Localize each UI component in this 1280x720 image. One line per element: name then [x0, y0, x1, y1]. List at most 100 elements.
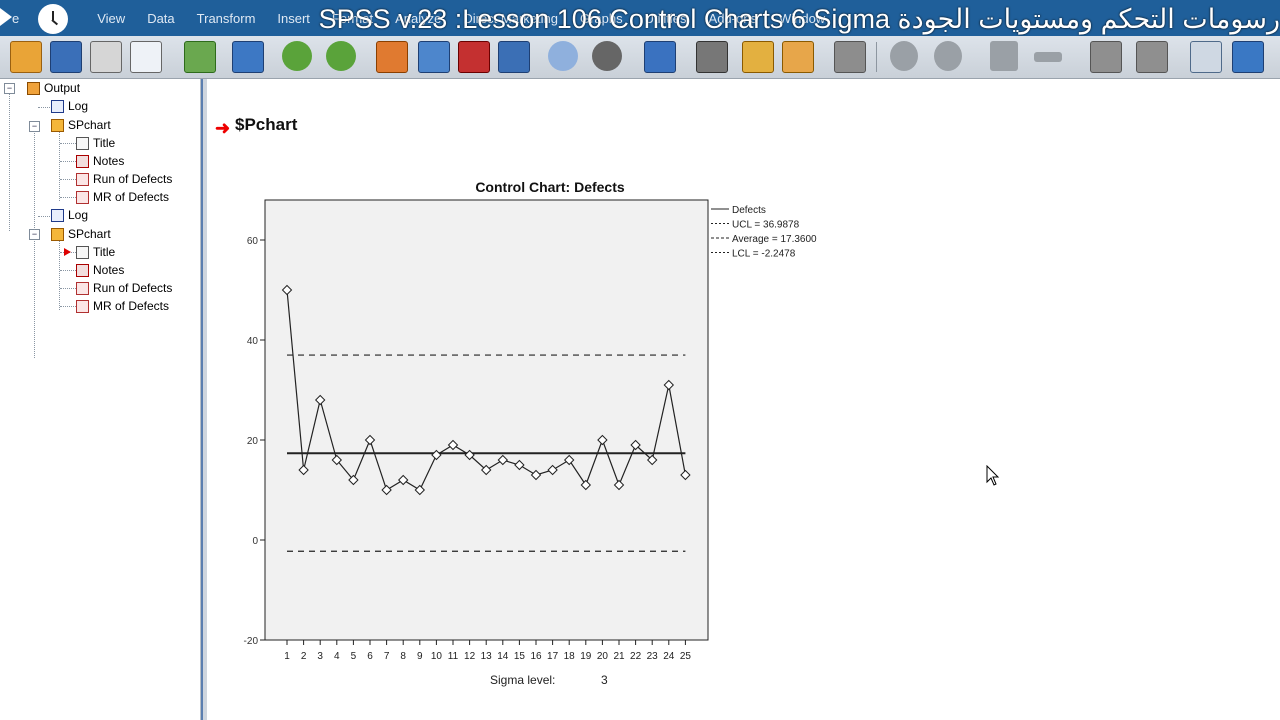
y-tick-label: -20: [244, 636, 259, 647]
tree-line: [60, 197, 76, 198]
tree-line: [60, 270, 76, 271]
x-axis: 1 2 3 4 5 6 7 8 9 10 11 12 13 14 15 16 17 18 19 20 21 22 23 24 2…: [284, 640, 691, 662]
export-icon[interactable]: [184, 41, 216, 73]
x-tick-label: 9: [417, 651, 423, 662]
x-tick-label: 3: [317, 651, 323, 662]
tree-node-run-of-defects[interactable]: Run of Defects: [76, 172, 172, 186]
save-icon[interactable]: [50, 41, 82, 73]
tree-node-label: Notes: [93, 263, 125, 277]
undo-icon[interactable]: [282, 41, 312, 71]
menu-item-data[interactable]: Data: [147, 11, 174, 26]
tree-node-spchart[interactable]: SPchart: [51, 227, 111, 241]
log-icon: [51, 99, 64, 113]
value-labels-icon[interactable]: [696, 41, 728, 73]
menu-item-transform[interactable]: Transform: [197, 11, 256, 26]
tree-toggle-spchart-1[interactable]: −: [29, 121, 40, 132]
tree-node-spchart[interactable]: SPchart: [51, 118, 111, 132]
open-icon[interactable]: [10, 41, 42, 73]
x-tick-label: 15: [514, 651, 526, 662]
x-tick-label: 10: [431, 651, 443, 662]
goto-variable-icon[interactable]: [418, 41, 450, 73]
y-tick-label: 40: [247, 336, 259, 347]
x-tick-label: 8: [400, 651, 406, 662]
select-cases-icon[interactable]: [548, 41, 578, 71]
y-tick-label: 0: [252, 536, 258, 547]
designate-window-icon[interactable]: [782, 41, 814, 73]
tree-node-label: SPchart: [68, 227, 111, 241]
x-tick-label: 23: [647, 651, 659, 662]
collapse-icon[interactable]: [1034, 52, 1062, 62]
chart-legend: Defects UCL = 36.9878 Average = 17.3600 LCL…: [711, 205, 817, 260]
print-preview-icon[interactable]: [130, 41, 162, 73]
x-tick-label: 12: [464, 651, 476, 662]
menu-item-edit[interactable]: e: [12, 11, 19, 26]
goto-data-icon[interactable]: [376, 41, 408, 73]
tree-node-title[interactable]: Title: [76, 136, 115, 150]
tree-node-log[interactable]: Log: [51, 208, 88, 222]
y-tick-label: 60: [247, 236, 259, 247]
title-icon: [76, 136, 89, 150]
tree-toggle-spchart-2[interactable]: −: [29, 229, 40, 240]
menu-item-insert[interactable]: Insert: [277, 11, 310, 26]
sigma-level-value: 3: [601, 673, 608, 687]
redo-icon[interactable]: [326, 41, 356, 71]
menu-bar: e View Data Transform Insert Format Anal…: [0, 0, 1280, 36]
tree-node-log[interactable]: Log: [51, 99, 88, 113]
tree-node-output[interactable]: Output: [27, 81, 80, 95]
x-tick-label: 24: [663, 651, 675, 662]
chart-icon: [51, 227, 64, 241]
forward-icon[interactable]: [934, 41, 962, 71]
print-icon[interactable]: [90, 41, 122, 73]
output-content-pane: ➜ $Pchart Control Chart: Defects -20 0 20 4…: [207, 79, 1280, 720]
x-tick-label: 18: [564, 651, 576, 662]
tree-node-label: Title: [93, 245, 116, 259]
tree-node-mr-of-defects[interactable]: MR of Defects: [76, 190, 169, 204]
x-tick-label: 11: [448, 651, 459, 662]
sigma-level-label: Sigma level:: [490, 673, 555, 687]
chart-title: Control Chart: Defects: [475, 179, 625, 195]
legend-label: LCL = -2.2478: [732, 249, 796, 260]
tree-node-title[interactable]: Title: [76, 245, 115, 259]
x-tick-label: 6: [367, 651, 373, 662]
log-icon: [51, 208, 64, 222]
outline-pane: − − − Output Log SPchart Title Notes Run…: [0, 79, 201, 720]
hide-items-icon[interactable]: [1136, 41, 1168, 73]
menu-item-view[interactable]: View: [97, 11, 125, 26]
tree-node-run-of-defects[interactable]: Run of Defects: [76, 281, 172, 295]
tree-line: [9, 93, 10, 231]
tree-line: [60, 179, 76, 180]
tree-node-label: Title: [93, 136, 116, 150]
x-tick-label: 16: [530, 651, 542, 662]
x-tick-label: 17: [547, 651, 559, 662]
title-icon[interactable]: [1190, 41, 1222, 73]
tree-line: [60, 161, 76, 162]
text-icon[interactable]: [1232, 41, 1264, 73]
legend-label: UCL = 36.9878: [732, 220, 800, 231]
x-tick-label: 21: [613, 651, 625, 662]
tree-toggle-output[interactable]: −: [4, 83, 15, 94]
expand-icon[interactable]: [990, 41, 1018, 71]
tree-node-label: Log: [68, 99, 89, 113]
hide-icon[interactable]: [834, 41, 866, 73]
x-tick-label: 19: [580, 651, 592, 662]
graph-icon: [76, 299, 89, 313]
x-tick-label: 22: [630, 651, 642, 662]
split-icon[interactable]: [644, 41, 676, 73]
insert-icon[interactable]: [458, 41, 490, 73]
tree-node-notes[interactable]: Notes: [76, 154, 124, 168]
variables-icon[interactable]: [498, 41, 530, 73]
output-icon: [27, 81, 40, 95]
weight-icon[interactable]: [592, 41, 622, 71]
data-editor-icon[interactable]: [232, 41, 264, 73]
tree-line: [38, 107, 50, 108]
plot-area: [264, 199, 709, 641]
x-tick-label: 13: [481, 651, 493, 662]
tree-node-label: Run of Defects: [93, 281, 173, 295]
tree-node-mr-of-defects[interactable]: MR of Defects: [76, 299, 169, 313]
back-icon[interactable]: [890, 41, 918, 71]
tree-line: [60, 306, 76, 307]
show-icon[interactable]: [1090, 41, 1122, 73]
show-all-icon[interactable]: [742, 41, 774, 73]
tree-node-notes[interactable]: Notes: [76, 263, 124, 277]
control-chart[interactable]: Control Chart: Defects -200204060 123456…: [207, 79, 1280, 720]
